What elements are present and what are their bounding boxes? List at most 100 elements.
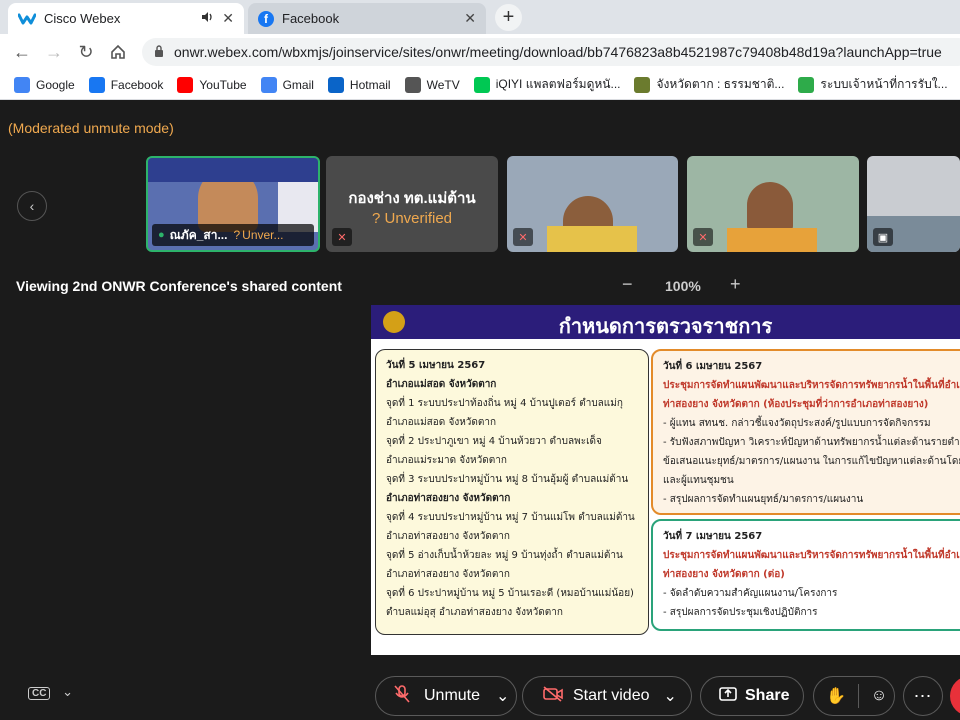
schedule-line: ข้อเสนอแนะยุทธ์/มาตรการ/แผนงาน ในการแก้ไ… <box>663 456 960 467</box>
raise-hand-icon[interactable]: ✋ <box>826 686 846 706</box>
bookmark-label: Google <box>36 77 75 92</box>
schedule-line: ตำบลแม่อุสุ อำเภอท่าสองยาง จังหวัดตาก <box>386 607 563 618</box>
muted-microphone-icon: ✕ <box>332 228 352 246</box>
schedule-line: - สรุปผลการจัดประชุมเชิงปฏิบัติการ <box>663 607 818 618</box>
start-video-label: Start video <box>573 687 650 704</box>
share-label: Share <box>745 687 790 704</box>
bookmarks-bar: Google Facebook YouTube Gmail Hotmail WeTV iQI… <box>0 70 960 100</box>
bookmark-item[interactable]: WeTV <box>404 76 460 93</box>
close-tab-icon[interactable]: ✕ <box>222 10 234 27</box>
bookmark-label: Facebook <box>110 77 164 92</box>
chevron-down-icon: ⌄ <box>62 684 73 699</box>
bookmark-label: iQIYI แพลตฟอร์มดูหนั... <box>495 77 621 91</box>
bookmark-item[interactable]: YouTube <box>177 76 247 93</box>
iqiyi-icon <box>473 76 490 93</box>
leaf-icon <box>798 76 815 93</box>
schedule-line: ท่าสองยาง จังหวัดตาก (ห้องประชุมที่ว่ากา… <box>663 399 929 410</box>
reload-icon[interactable]: ↻ <box>74 40 98 64</box>
bookmark-item[interactable]: iQIYI แพลตฟอร์มดูหนั... <box>473 75 621 94</box>
schedule-line: และผู้แทนชุมชน <box>663 475 734 486</box>
muted-microphone-icon: ✕ <box>693 228 713 246</box>
outlook-icon <box>327 76 344 93</box>
speaker-icon[interactable] <box>200 10 214 27</box>
bookmark-item[interactable]: ระบบเจ้าหน้าที่การรับใ... <box>798 75 948 94</box>
participant-name: กองช่าง ทต.แม่ต้าน <box>348 190 476 207</box>
schedule-line: - สรุปผลการจัดทำแผนยุทธ์/มาตรการ/แผนงาน <box>663 494 864 505</box>
schedule-line: จุดที่ 1 ระบบประปาท้องถิ่น หมู่ 4 บ้านปู… <box>386 398 623 409</box>
tab-facebook[interactable]: f Facebook ✕ <box>248 3 486 34</box>
schedule-line: วันที่ 5 เมษายน 2567 <box>386 360 486 371</box>
schedule-line: ท่าสองยาง จังหวัดตาก (ต่อ) <box>663 569 785 580</box>
start-video-button[interactable]: Start video ⌄ <box>522 676 692 716</box>
bookmark-item[interactable]: Hotmail <box>327 76 391 93</box>
schedule-line: ประชุมการจัดทำแผนพัฒนาและบริหารจัดการทรั… <box>663 380 960 391</box>
tab-cisco-webex[interactable]: Cisco Webex ✕ <box>8 3 244 34</box>
slide-header: กำหนดการตรวจราชการ <box>371 305 960 339</box>
back-arrow-icon[interactable]: ← <box>10 40 34 64</box>
zoom-out-button[interactable]: − <box>622 274 633 295</box>
shared-slide: กำหนดการตรวจราชการ วันที่ 5 เมษายน 2567 อ… <box>371 305 960 655</box>
screen-share-icon: ▣ <box>873 228 893 246</box>
divider <box>857 684 859 708</box>
address-bar[interactable]: onwr.webex.com/wbxmjs/joinservice/sites/… <box>142 38 960 66</box>
bookmark-label: YouTube <box>199 77 247 92</box>
share-screen-icon <box>719 686 737 707</box>
schedule-line: จุดที่ 2 ประปาภูเขา หมู่ 4 บ้านห้วยวา ตำ… <box>386 436 602 447</box>
chevron-down-icon[interactable]: ⌄ <box>496 686 509 706</box>
share-button[interactable]: Share <box>700 676 804 716</box>
video-off-icon <box>543 685 563 707</box>
bookmark-label: Gmail <box>282 77 314 92</box>
schedule-line: จุดที่ 5 อ่างเก็บน้ำห้วยละ หมู่ 9 บ้านทุ… <box>386 550 623 561</box>
schedule-line: - ผู้แทน สทนช. กล่าวชี้แจงวัตถุประสงค์/ร… <box>663 418 931 429</box>
schedule-day-2-box: วันที่ 6 เมษายน 2567 ประชุมการจัดทำแผนพัฒ… <box>651 349 960 515</box>
reactions-icon[interactable]: ☺ <box>871 687 887 705</box>
tab-title: Cisco Webex <box>44 11 121 26</box>
url-text: onwr.webex.com/wbxmjs/joinservice/sites/… <box>174 44 942 60</box>
schedule-line: - รับฟังสภาพปัญหา วิเคราะห์ปัญหาด้านทรัพ… <box>663 437 960 448</box>
browser-tab-strip: Cisco Webex ✕ f Facebook ✕ + <box>0 0 960 34</box>
new-tab-button[interactable]: + <box>495 4 522 31</box>
participant-video-tile[interactable]: กองช่าง ทต.แม่ต้าน ? Unverified ✕ <box>326 156 498 252</box>
participant-video-tile[interactable]: ✕ <box>687 156 859 252</box>
more-options-button[interactable]: ⋯ <box>903 676 943 716</box>
schedule-line: จุดที่ 3 ระบบประปาหมู่บ้าน หมู่ 8 บ้านอุ… <box>386 474 629 485</box>
forward-arrow-icon[interactable]: → <box>42 40 66 64</box>
webex-meeting-area: (Moderated unmute mode) ‹ ● ณภัค_สา... ?… <box>0 100 960 720</box>
moderated-unmute-mode-text: (Moderated unmute mode) <box>8 120 174 136</box>
viewing-shared-content-text: Viewing 2nd ONWR Conference's shared con… <box>16 278 342 294</box>
chevron-left-icon[interactable]: ‹ <box>17 191 47 221</box>
bookmark-label: WeTV <box>426 77 460 92</box>
bookmark-item[interactable]: Gmail <box>260 76 314 93</box>
slide-title: กำหนดการตรวจราชการ <box>558 314 773 338</box>
participant-video-tile[interactable]: ● ณภัค_สา... ? Unver... <box>146 156 320 252</box>
schedule-line: อำเภอท่าสองยาง จังหวัดตาก <box>386 531 510 542</box>
leave-meeting-button[interactable] <box>950 676 960 716</box>
bookmark-item[interactable]: Google <box>14 76 75 93</box>
schedule-line: อำเภอท่าสองยาง จังหวัดตาก <box>386 569 510 580</box>
schedule-line: จุดที่ 4 ระบบประปาหมู่บ้าน หมู่ 7 บ้านแม… <box>386 512 635 523</box>
closed-captions-button[interactable]: CC ⌄ <box>28 684 73 700</box>
zoom-level: 100% <box>665 278 701 294</box>
bookmark-item[interactable]: Facebook <box>88 76 164 93</box>
close-tab-icon[interactable]: ✕ <box>464 10 476 27</box>
google-icon <box>260 76 277 93</box>
zoom-in-button[interactable]: + <box>730 274 741 295</box>
facebook-icon <box>88 76 105 93</box>
bookmark-item[interactable]: จังหวัดตาก : ธรรมชาติ... <box>634 75 784 94</box>
participant-video-tile[interactable]: ▣ <box>867 156 960 252</box>
bookmark-label: Hotmail <box>349 77 391 92</box>
schedule-day-3-box: วันที่ 7 เมษายน 2567 ประชุมการจัดทำแผนพัฒ… <box>651 519 960 631</box>
schedule-day-1-box: วันที่ 5 เมษายน 2567 อำเภอแม่สอด จังหวัดต… <box>375 349 649 635</box>
schedule-line: - จัดลำดับความสำคัญแผนงาน/โครงการ <box>663 588 838 599</box>
home-icon[interactable] <box>106 40 130 64</box>
more-options-icon: ⋯ <box>913 685 933 706</box>
unmute-button[interactable]: Unmute ⌄ <box>375 676 517 716</box>
bookmark-label: ระบบเจ้าหน้าที่การรับใ... <box>820 77 948 91</box>
participant-name: ณภัค_สา... <box>169 227 228 242</box>
schedule-line: อำเภอแม่สอด จังหวัดตาก <box>386 417 497 428</box>
tab-title: Facebook <box>282 11 340 26</box>
muted-microphone-icon: ✕ <box>513 228 533 246</box>
chevron-down-icon[interactable]: ⌄ <box>663 686 676 706</box>
schedule-line: ประชุมการจัดทำแผนพัฒนาและบริหารจัดการทรั… <box>663 550 960 561</box>
participant-video-tile[interactable]: ✕ <box>507 156 678 252</box>
